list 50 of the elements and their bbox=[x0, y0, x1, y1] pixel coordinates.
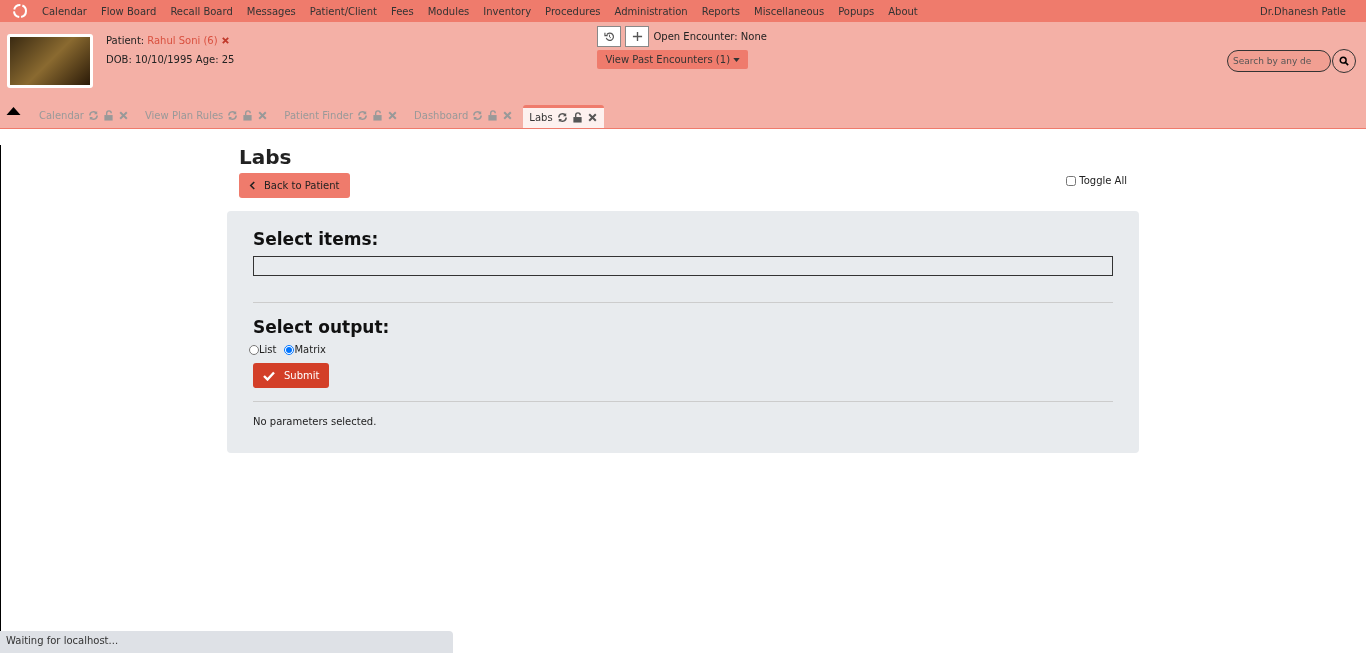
menu-item[interactable]: About bbox=[888, 5, 918, 17]
section-heading: Select items: bbox=[253, 229, 380, 249]
menu-item[interactable]: Administration bbox=[614, 5, 688, 17]
chevron-left-icon bbox=[249, 181, 256, 190]
user-menu[interactable]: Dr.Dhanesh Patle bbox=[1260, 5, 1346, 17]
output-radio[interactable] bbox=[249, 344, 259, 355]
tab[interactable]: Labs bbox=[523, 105, 604, 128]
menu-item[interactable]: Patient/Client bbox=[309, 5, 377, 17]
close-icon[interactable] bbox=[586, 112, 598, 123]
menu-item[interactable]: Recall Board bbox=[170, 5, 233, 17]
radio-label: List bbox=[259, 344, 277, 355]
browser-status-bar: Waiting for localhost... bbox=[0, 631, 453, 653]
menu-item[interactable]: Modules bbox=[427, 5, 470, 17]
menu-item[interactable]: Popups bbox=[838, 5, 875, 17]
check-icon bbox=[263, 370, 275, 381]
submit-button[interactable]: Submit bbox=[253, 363, 330, 388]
caret-icon bbox=[733, 58, 741, 62]
output-radio[interactable] bbox=[284, 344, 295, 355]
menu-item[interactable]: Messages bbox=[246, 5, 296, 17]
status-message: No parameters selected. bbox=[253, 416, 378, 427]
logo-icon[interactable] bbox=[12, 3, 28, 19]
patient-label: Patient: bbox=[106, 35, 145, 46]
history-button[interactable] bbox=[597, 26, 622, 47]
add-button[interactable] bbox=[625, 26, 650, 47]
section-heading: Select output: bbox=[253, 317, 391, 337]
close-icon[interactable] bbox=[220, 36, 230, 45]
menu-item[interactable]: Miscellaneous bbox=[754, 5, 825, 17]
unlock-icon[interactable] bbox=[571, 112, 583, 123]
refresh-icon[interactable] bbox=[556, 112, 568, 123]
radio-label: Matrix bbox=[294, 344, 326, 355]
history-icon bbox=[603, 31, 615, 42]
open-encounter-text: Open Encounter: None bbox=[653, 31, 767, 42]
plus-icon bbox=[631, 31, 643, 42]
menu-item[interactable]: Procedures bbox=[545, 5, 601, 17]
menu-item[interactable]: Fees bbox=[390, 5, 414, 17]
back-to-patient-button[interactable]: Back to Patient bbox=[239, 173, 350, 198]
menu-item[interactable]: Flow Board bbox=[100, 5, 157, 17]
search-button[interactable] bbox=[1332, 49, 1356, 73]
toggle-all-checkbox[interactable] bbox=[1066, 175, 1077, 186]
past-encounters-dropdown[interactable]: View Past Encounters (1) bbox=[597, 50, 749, 69]
menu-item[interactable]: Calendar bbox=[42, 5, 87, 17]
page-title: Labs bbox=[239, 145, 293, 169]
dob-text: DOB: 10/10/1995 Age: 25 bbox=[106, 54, 235, 65]
menu-item[interactable]: Reports bbox=[701, 5, 741, 17]
search-icon bbox=[1339, 56, 1349, 66]
search-field[interactable]: Search by any de bbox=[1227, 50, 1331, 72]
toggle-all-label: Toggle All bbox=[1079, 175, 1127, 186]
menu-item[interactable]: Inventory bbox=[483, 5, 532, 17]
collapse-icon[interactable] bbox=[6, 107, 21, 115]
items-field[interactable] bbox=[253, 256, 1113, 276]
